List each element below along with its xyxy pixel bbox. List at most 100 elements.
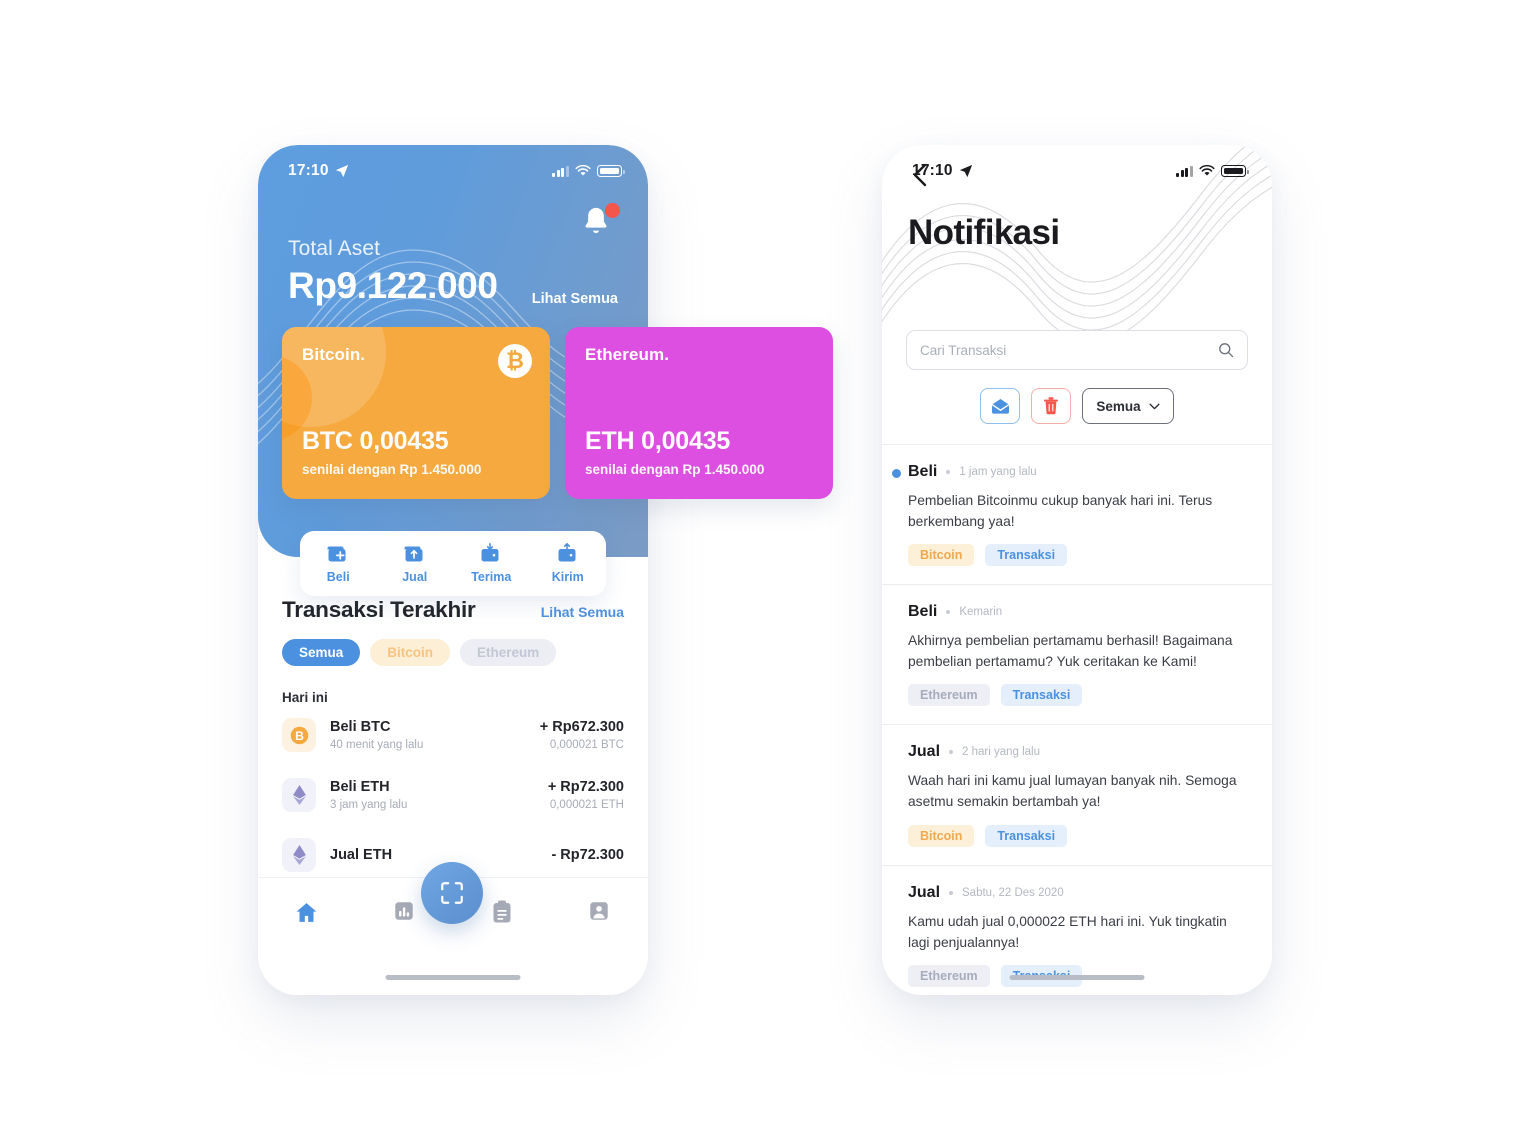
- header-see-all-link[interactable]: Lihat Semua: [532, 291, 618, 307]
- transactions-see-all-link[interactable]: Lihat Semua: [541, 604, 624, 620]
- person-icon: [590, 902, 608, 920]
- battery-icon: [1221, 165, 1249, 177]
- transaction-group-label: Hari ini: [282, 690, 328, 705]
- status-indicators: [552, 165, 625, 177]
- coin-value-subtitle: senilai dengan Rp 1.450.000: [585, 462, 765, 477]
- notification-meta: Beli 1 jam yang lalu: [908, 463, 1246, 481]
- notification-toolbar: Semua: [882, 370, 1272, 444]
- notification-bell-button[interactable]: [580, 203, 620, 247]
- notification-list: Beli 1 jam yang lalu Pembelian Bitcoinmu…: [882, 444, 1272, 995]
- coin-amount: ETH 0,00435: [585, 427, 731, 455]
- location-arrow-icon: [335, 164, 348, 178]
- coin-name: Ethereum.: [585, 345, 670, 364]
- search-input[interactable]: [920, 342, 1218, 358]
- tab-home[interactable]: [258, 900, 356, 925]
- transaction-name: Beli ETH: [330, 779, 390, 795]
- bitcoin-symbol-icon: ₿: [498, 344, 532, 378]
- coin-amount: BTC 0,00435: [302, 427, 449, 455]
- action-kirim[interactable]: Kirim: [530, 543, 607, 584]
- ethereum-coin-icon: [282, 778, 316, 812]
- action-terima[interactable]: Terima: [453, 543, 530, 584]
- tag-coin[interactable]: Ethereum: [908, 684, 990, 707]
- filter-chip-ethereum[interactable]: Ethereum: [460, 639, 557, 666]
- mark-as-read-button[interactable]: [980, 388, 1021, 424]
- notification-time: 2 hari yang lalu: [962, 746, 1041, 759]
- notification-kind: Beli: [908, 463, 938, 480]
- tag-coin[interactable]: Bitcoin: [908, 544, 975, 567]
- transaction-time: 40 menit yang lalu: [330, 739, 424, 751]
- notification-kind: Jual: [908, 743, 941, 761]
- notification-body: Pembelian Bitcoinmu cukup banyak hari in…: [908, 493, 1213, 530]
- battery-icon: [597, 165, 625, 177]
- action-beli[interactable]: Beli: [300, 543, 377, 584]
- phone-notifications-screen: 17:10 Notifikasi Cari Transaksi Semua Be…: [882, 145, 1272, 995]
- home-indicator: [385, 975, 521, 980]
- trash-icon: [1044, 397, 1059, 415]
- screenshot-canvas: 17:10 Total Aset Rp9.122.000 Lihat Semua…: [0, 0, 1530, 1148]
- home-indicator: [1009, 975, 1145, 980]
- location-arrow-icon: [959, 164, 972, 178]
- notification-item[interactable]: Beli 1 jam yang lalu Pembelian Bitcoinmu…: [882, 445, 1272, 586]
- notification-badge: [605, 203, 620, 218]
- notification-meta: Jual Sabtu, 22 Des 2020: [908, 884, 1246, 902]
- transaction-row[interactable]: Beli ETH 3 jam yang lalu + Rp72.300 0,00…: [258, 765, 648, 825]
- transaction-row[interactable]: B Beli BTC 40 menit yang lalu + Rp672.30…: [258, 705, 648, 765]
- home-icon: [296, 903, 317, 922]
- action-label: Jual: [402, 570, 428, 584]
- wifi-icon: [575, 165, 591, 176]
- meta-separator-dot: [949, 890, 954, 895]
- notification-time: 1 jam yang lalu: [959, 466, 1037, 478]
- wallet-receive-icon: [481, 543, 499, 562]
- notification-time: Sabtu, 22 Des 2020: [962, 886, 1064, 899]
- coin-value-subtitle: senilai dengan Rp 1.450.000: [302, 462, 482, 477]
- back-button[interactable]: [910, 161, 930, 194]
- transaction-list: B Beli BTC 40 menit yang lalu + Rp672.30…: [258, 705, 648, 885]
- notification-filter-dropdown[interactable]: Semua: [1082, 388, 1174, 424]
- delete-button[interactable]: [1031, 388, 1072, 424]
- notification-meta: Jual 2 hari yang lalu: [908, 743, 1246, 761]
- tag-category[interactable]: Transaksi: [985, 824, 1068, 847]
- transaction-info: Jual ETH: [330, 847, 537, 863]
- tag-category[interactable]: Transaksi: [1000, 684, 1083, 707]
- notification-item[interactable]: Jual 2 hari yang lalu Waah hari ini kamu…: [882, 725, 1272, 866]
- notification-tags: Ethereum Transaksi: [908, 684, 1246, 707]
- dropdown-label: Semua: [1096, 398, 1141, 414]
- transaction-quantity: 0,000021 ETH: [549, 799, 624, 811]
- tab-profile[interactable]: [551, 900, 649, 922]
- chevron-left-icon: [913, 163, 927, 187]
- filter-chip-semua[interactable]: Semua: [282, 639, 361, 666]
- notification-scroll-area[interactable]: Beli 1 jam yang lalu Pembelian Bitcoinmu…: [882, 444, 1272, 995]
- coin-card-ethereum[interactable]: Ethereum. ETH 0,00435 senilai dengan Rp …: [565, 327, 833, 499]
- notification-meta: Beli Kemarin: [908, 603, 1246, 621]
- tag-coin[interactable]: Bitcoin: [908, 824, 975, 847]
- status-time-group: 17:10: [288, 162, 349, 180]
- notification-item[interactable]: Beli Kemarin Akhirnya pembelian pertamam…: [882, 585, 1272, 726]
- scan-fab-button[interactable]: [421, 862, 483, 924]
- transactions-header: Transaksi Terakhir Lihat Semua: [258, 597, 648, 623]
- transaction-name: Jual ETH: [330, 847, 393, 863]
- tag-coin[interactable]: Ethereum: [908, 964, 990, 987]
- action-jual[interactable]: Jual: [377, 543, 454, 584]
- transaction-time: 3 jam yang lalu: [330, 799, 408, 811]
- notification-kind: Jual: [908, 883, 941, 901]
- filter-chip-bitcoin[interactable]: Bitcoin: [370, 639, 451, 666]
- chart-bar-icon: [395, 902, 413, 920]
- tag-category[interactable]: Transaksi: [985, 544, 1068, 567]
- notification-body: Kamu udah jual 0,000022 ETH hari ini. Yu…: [908, 913, 1227, 950]
- transaction-amount: + Rp72.300: [547, 779, 624, 795]
- transaction-info: Beli BTC 40 menit yang lalu: [330, 719, 526, 751]
- total-asset-label: Total Aset: [288, 237, 381, 260]
- transaction-values: + Rp672.300 0,000021 BTC: [540, 719, 624, 751]
- action-label: Kirim: [551, 570, 584, 584]
- coin-card-bitcoin[interactable]: Bitcoin. ₿ BTC 0,00435 senilai dengan Rp…: [282, 327, 550, 499]
- search-field[interactable]: [906, 330, 1248, 370]
- mail-open-icon: [991, 398, 1010, 414]
- transaction-amount: - Rp72.300: [551, 847, 624, 863]
- signal-icon: [552, 165, 569, 177]
- notification-time: Kemarin: [959, 606, 1003, 619]
- transaction-quantity: 0,000021 BTC: [549, 739, 624, 751]
- svg-text:B: B: [295, 728, 304, 742]
- status-bar-home: 17:10: [258, 145, 648, 191]
- wallet-plus-icon: [327, 546, 346, 562]
- page-title: Transaksi Terakhir: [282, 597, 476, 622]
